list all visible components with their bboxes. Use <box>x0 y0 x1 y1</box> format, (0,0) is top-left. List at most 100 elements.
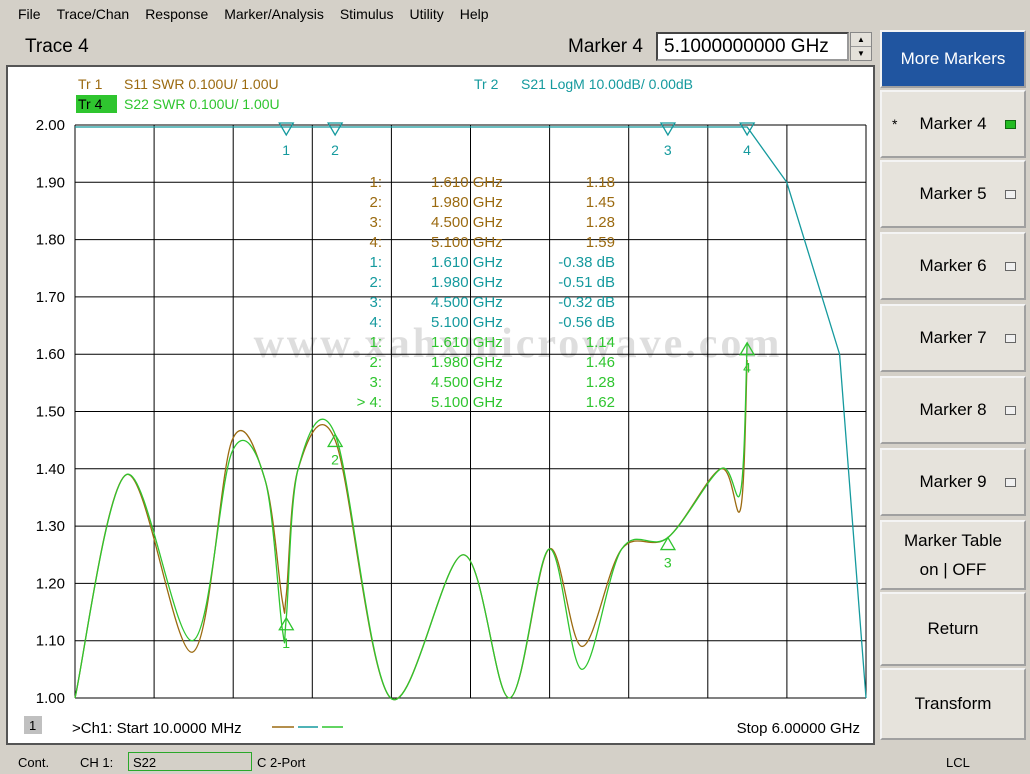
marker-table-row: 4: 5.100 GHz 1.59 <box>369 234 615 251</box>
trace-legend: Tr 1 S11 SWR 0.100U/ 1.00U Tr 2 S21 LogM… <box>76 76 693 113</box>
marker-id: > 4: <box>357 394 382 411</box>
menu-item-stimulus[interactable]: Stimulus <box>332 6 402 22</box>
menu-item-utility[interactable]: Utility <box>402 6 452 22</box>
softkey-marker-4[interactable]: * Marker 4 <box>880 90 1026 158</box>
marker-frequency-input[interactable] <box>656 32 849 61</box>
marker-frequency: 1.610 GHz <box>431 174 503 191</box>
marker-triangle <box>659 536 677 551</box>
marker-table-row: 2: 1.980 GHz -0.51 dB <box>369 274 615 291</box>
softkey-marker-table-on-off[interactable]: Marker Table on | OFF <box>880 520 1026 590</box>
tr4-number[interactable]: Tr 4 <box>78 96 103 112</box>
softkey-return[interactable]: Return <box>880 592 1026 666</box>
marker-id: 1: <box>369 254 382 271</box>
marker-frequency: 4.500 GHz <box>431 214 503 231</box>
marker-1-tr2-symbol: 1 <box>278 122 295 158</box>
menu-item-marker-analysis[interactable]: Marker/Analysis <box>216 6 332 22</box>
marker-state-indicator <box>1005 262 1016 271</box>
softkey-label: Marker 5 <box>919 184 987 203</box>
y-tick-label: 1.20 <box>36 575 65 592</box>
marker-table-row: 3: 4.500 GHz 1.28 <box>369 374 615 391</box>
tr4-s22-trace <box>74 342 748 701</box>
marker-value: 1.28 <box>586 374 615 391</box>
softkey-marker-6[interactable]: Marker 6 <box>880 232 1026 300</box>
softkey-label: Marker 6 <box>919 256 987 275</box>
softkey-marker-8[interactable]: Marker 8 <box>880 376 1026 444</box>
marker-frequency: 1.980 GHz <box>431 354 503 371</box>
y-tick-label: 2.00 <box>36 117 65 134</box>
marker-id: 4: <box>369 314 382 331</box>
active-measurement: S22 <box>128 752 252 771</box>
marker-frequency: 1.980 GHz <box>431 194 503 211</box>
softkey-label: Transform <box>914 694 992 713</box>
softkey-transform[interactable]: Transform <box>880 668 1026 740</box>
softkey-more-markers[interactable]: More Markers <box>880 30 1026 88</box>
tr1-label[interactable]: S11 SWR 0.100U/ 1.00U <box>124 76 279 92</box>
marker-number: 3 <box>664 555 672 571</box>
menu-item-help[interactable]: Help <box>452 6 497 22</box>
marker-value: -0.56 dB <box>558 314 615 331</box>
tr2-label[interactable]: S21 LogM 10.00dB/ 0.00dB <box>521 76 693 92</box>
active-trace-title: Trace 4 <box>25 36 89 57</box>
chart-frame[interactable]: www.xahxmicrowave.com 2.00 1.90 1.80 1.70 1.… <box>6 65 875 745</box>
marker-value: 1.46 <box>586 354 615 371</box>
y-tick-label: 1.90 <box>36 174 65 191</box>
marker-value: 1.62 <box>586 394 615 411</box>
menu-item-response[interactable]: Response <box>137 6 216 22</box>
marker-3-symbol: 3 <box>659 536 677 571</box>
sweep-stop: Stop 6.00000 GHz <box>737 720 860 737</box>
marker-4-tr2-symbol: 4 <box>739 122 756 158</box>
stepper-up-icon[interactable]: ▲ <box>851 33 871 47</box>
marker-frequency: 1.610 GHz <box>431 254 503 271</box>
marker-frequency: 1.980 GHz <box>431 274 503 291</box>
measurement-chart[interactable]: www.xahxmicrowave.com 2.00 1.90 1.80 1.70 1.… <box>8 67 873 743</box>
y-tick-label: 1.70 <box>36 289 65 306</box>
marker-number: 2 <box>331 142 339 158</box>
y-tick-label: 1.60 <box>36 346 65 363</box>
calibration-status: C 2-Port <box>257 755 306 770</box>
softkey-label: Marker 7 <box>919 328 987 347</box>
stepper-down-icon[interactable]: ▼ <box>851 47 871 60</box>
marker-state-indicator <box>1005 478 1016 487</box>
y-tick-label: 1.10 <box>36 633 65 650</box>
marker-id: 3: <box>369 294 382 311</box>
softkey-marker-5[interactable]: Marker 5 <box>880 160 1026 228</box>
marker-value: 1.28 <box>586 214 615 231</box>
softkey-marker-9[interactable]: Marker 9 <box>880 448 1026 516</box>
marker-state-indicator <box>1005 334 1016 343</box>
marker-id: 1: <box>369 174 382 191</box>
tr1-number[interactable]: Tr 1 <box>78 76 103 92</box>
marker-id: 3: <box>369 214 382 231</box>
marker-table: 1: 1.610 GHz 1.18 2: 1.980 GHz 1.45 3: 4.500 GH… <box>357 174 615 411</box>
sweep-mode: Cont. <box>18 755 50 770</box>
marker-symbols: 1 1 2 2 3 3 4 4 <box>278 122 756 651</box>
softkey-marker-7[interactable]: Marker 7 <box>880 304 1026 372</box>
marker-frequency: 4.500 GHz <box>431 374 503 391</box>
sweep-start: >Ch1: Start 10.0000 MHz <box>72 720 242 737</box>
status-bar: Cont. CH 1: S22 C 2-Port LCL <box>0 750 1030 774</box>
marker-state-indicator <box>1005 120 1016 129</box>
marker-id: 2: <box>369 274 382 291</box>
marker-frequency: 1.610 GHz <box>431 334 503 351</box>
marker-table-row: 1: 1.610 GHz -0.38 dB <box>369 254 615 271</box>
y-axis-ticks: 2.00 1.90 1.80 1.70 1.60 1.50 1.40 1.30 1.20 1.10… <box>36 117 65 707</box>
marker-frequency: 4.500 GHz <box>431 294 503 311</box>
softkey-label: More Markers <box>900 49 1006 68</box>
marker-table-row: > 4: 5.100 GHz 1.62 <box>357 394 615 411</box>
tr4-label[interactable]: S22 SWR 0.100U/ 1.00U <box>124 96 280 112</box>
channel-number: 1 <box>29 718 36 733</box>
marker-frequency: 5.100 GHz <box>431 314 503 331</box>
marker-number: 4 <box>743 360 751 376</box>
marker-number: 1 <box>282 142 290 158</box>
marker-table-row: 3: 4.500 GHz 1.28 <box>369 214 615 231</box>
marker-value: -0.51 dB <box>558 274 615 291</box>
menu-item-file[interactable]: File <box>10 6 49 22</box>
marker-id: 3: <box>369 374 382 391</box>
menu-item-trace-chan[interactable]: Trace/Chan <box>49 6 138 22</box>
marker-value: 1.45 <box>586 194 615 211</box>
marker-number: 3 <box>664 142 672 158</box>
tr2-number[interactable]: Tr 2 <box>474 76 499 92</box>
chart-footer: 1 >Ch1: Start 10.0000 MHz Stop 6.00000 G… <box>24 716 860 737</box>
marker-value: 1.18 <box>586 174 615 191</box>
marker-frequency-stepper[interactable]: ▲ ▼ <box>850 32 872 61</box>
marker-id: 4: <box>369 234 382 251</box>
